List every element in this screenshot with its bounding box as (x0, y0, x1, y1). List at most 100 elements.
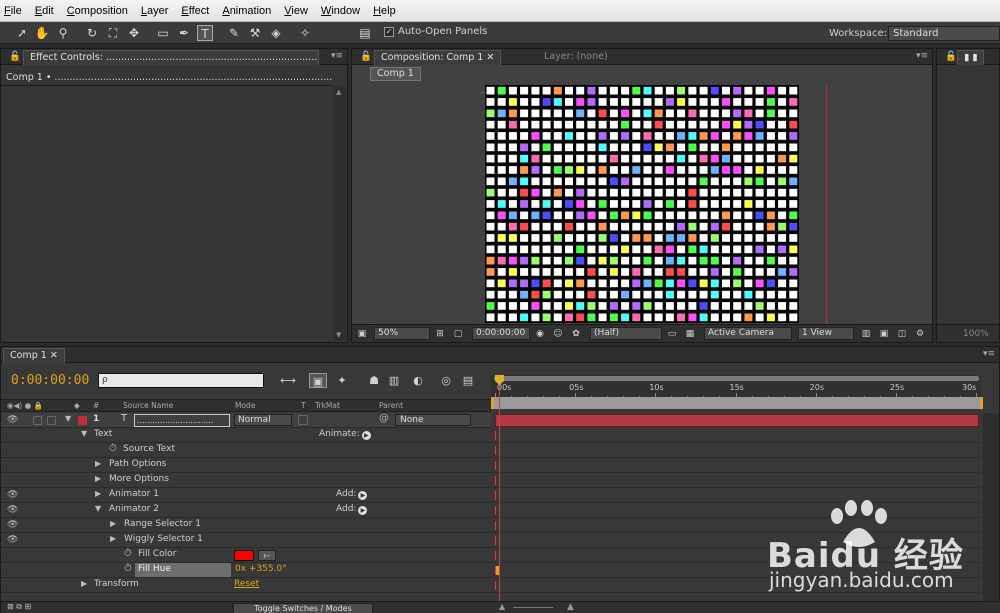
animate-menu[interactable]: Animate: ▶ (319, 429, 371, 440)
info-tab[interactable]: ▮ ▮ (957, 50, 985, 65)
layer-tab[interactable]: Layer: (none) (538, 50, 614, 65)
brush-tool-icon[interactable]: ✎ (226, 25, 242, 41)
path-options-row[interactable]: ▶ Path Options (1, 458, 491, 473)
eye-icon[interactable]: 👁 (7, 490, 18, 500)
resolution-select[interactable]: (Half) (590, 327, 662, 340)
flowchart-icon[interactable]: ⚙ (914, 328, 926, 340)
menu-composition[interactable]: Composition (67, 5, 128, 17)
menu-effect[interactable]: Effect (181, 5, 209, 17)
timeline-tab[interactable]: Comp 1 ✕ (3, 348, 65, 363)
stopwatch-icon[interactable]: ⏱ (124, 563, 132, 574)
panel-menu-icon[interactable]: ▾≡ (983, 349, 995, 359)
pen-tool-icon[interactable]: ✒ (176, 25, 192, 41)
magnification-select[interactable]: 50% (374, 327, 430, 340)
effect-controls-scrollbar[interactable]: ▲ ▼ (334, 86, 346, 341)
stopwatch-icon[interactable]: ⏱ (109, 443, 117, 454)
twirl-open-icon[interactable]: ▼ (81, 429, 87, 438)
always-preview-icon[interactable]: ▣ (356, 328, 368, 340)
blend-mode-select[interactable]: Normal (234, 414, 292, 426)
shy-icon[interactable]: ☗ (365, 373, 383, 388)
effect-controls-tab[interactable]: Effect Controls: .......................… (23, 50, 319, 65)
add-menu[interactable]: Add: ▶ (336, 489, 368, 500)
source-text-row[interactable]: ⏱ Source Text (1, 443, 491, 458)
pick-whip-icon[interactable]: @ (379, 413, 389, 424)
menu-file[interactable]: File (4, 5, 22, 17)
zoom-tool-icon[interactable]: ⚲ (55, 25, 71, 41)
composition-mini-icon[interactable]: ▣ (309, 373, 327, 388)
layer-name-field[interactable]: .............................. (134, 414, 230, 427)
eye-icon[interactable]: 👁 (7, 505, 18, 515)
stopwatch-icon[interactable]: ⏱ (124, 548, 132, 559)
twirl-open-icon[interactable]: ▼ (95, 504, 101, 513)
menu-edit[interactable]: Edit (35, 5, 54, 17)
grid-icon[interactable]: ⊞ (434, 328, 446, 340)
twirl-open-icon[interactable]: ▼ (65, 414, 71, 423)
puppet-tool-icon[interactable]: ✧ (297, 25, 313, 41)
fill-color-row[interactable]: ⏱ Fill Color ⟝ (1, 548, 491, 563)
hand-tool-icon[interactable]: ✋ (34, 25, 50, 41)
layer-duration-bar[interactable] (495, 414, 979, 427)
zoom-slider[interactable] (513, 607, 553, 608)
eye-icon[interactable]: 👁 (7, 415, 18, 425)
menu-window[interactable]: Window (321, 5, 360, 17)
solo-switch[interactable] (33, 416, 42, 425)
add-menu[interactable]: Add: ▶ (336, 504, 368, 515)
frame-blending-icon[interactable]: ▥ (385, 373, 403, 388)
fast-previews-icon[interactable]: ▣ (878, 328, 890, 340)
mini-flowchart-icon[interactable]: ⟷ (279, 373, 297, 388)
zoom-out-icon[interactable]: ▲ (499, 602, 505, 611)
channel-icon[interactable]: ✿ (570, 328, 582, 340)
more-options-row[interactable]: ▶ More Options (1, 473, 491, 488)
eyedropper-icon[interactable]: ⟝ (258, 550, 276, 561)
timeline-icon[interactable]: ◫ (896, 328, 908, 340)
rotate-tool-icon[interactable]: ↻ (84, 25, 100, 41)
scroll-down-icon[interactable]: ▼ (336, 331, 341, 339)
workspace-select[interactable]: Standard (888, 26, 1000, 41)
expand-switches-icon[interactable]: ⊠ ⧉ ⊞ (7, 602, 31, 612)
snapshot-icon[interactable]: ◉ (534, 328, 546, 340)
graph-editor-icon[interactable]: ▤ (459, 373, 477, 388)
rectangle-tool-icon[interactable]: ▭ (155, 25, 171, 41)
menu-layer[interactable]: Layer (141, 5, 169, 17)
camera-tool-icon[interactable]: ⛶ (105, 25, 121, 41)
range-selector-row[interactable]: 👁 ▶ Range Selector 1 (1, 518, 491, 533)
header-source-name[interactable]: Source Name (123, 401, 173, 410)
composition-canvas[interactable] (485, 85, 799, 323)
comp-subtab[interactable]: Comp 1 (370, 67, 421, 81)
toggle-pixel-icon[interactable]: ▥ (860, 328, 872, 340)
twirl-closed-icon[interactable]: ▶ (81, 579, 87, 588)
toggle-switches-modes-button[interactable]: Toggle Switches / Modes (233, 603, 373, 613)
preserve-transparency-switch[interactable] (298, 415, 308, 425)
panel-menu-icon[interactable]: ▾≡ (916, 51, 928, 61)
work-area-bar[interactable] (494, 376, 979, 381)
twirl-closed-icon[interactable]: ▶ (95, 459, 101, 468)
twirl-closed-icon[interactable]: ▶ (110, 534, 116, 543)
motion-blur-icon[interactable]: ◐ (409, 373, 427, 388)
transparency-grid-icon[interactable]: ▦ (684, 328, 696, 340)
camera-select[interactable]: Active Camera (704, 327, 792, 340)
lock-switch[interactable] (47, 416, 56, 425)
text-group-row[interactable]: ▼ Text Animate: ▶ (1, 428, 491, 443)
current-time-display[interactable]: 0:00:00:00 (11, 373, 89, 388)
scroll-up-icon[interactable]: ▲ (336, 88, 341, 96)
composition-tab[interactable]: Composition: Comp 1 ✕ (374, 50, 502, 65)
layer-row[interactable]: 👁 ▼ 1 T .............................. N… (1, 413, 491, 428)
timeline-scrollbar[interactable] (983, 413, 999, 613)
wiggly-selector-row[interactable]: 👁 ▶ Wiggly Selector 1 (1, 533, 491, 548)
animator-2-row[interactable]: 👁 ▼ Animator 2 Add: ▶ (1, 503, 491, 518)
panel-toggle-icon[interactable]: ▤ (357, 25, 373, 41)
time-ruler[interactable]: 00s 05s 10s 15s 20s 25s 30s (491, 375, 981, 399)
clone-stamp-tool-icon[interactable]: ⚒ (247, 25, 263, 41)
eye-icon[interactable]: 👁 (7, 535, 18, 545)
menu-view[interactable]: View (284, 5, 308, 17)
safe-margins-icon[interactable]: ▢ (452, 328, 464, 340)
auto-open-panels-checkbox[interactable]: ✓ Auto-Open Panels (384, 26, 487, 37)
selection-tool-icon[interactable]: ➚ (14, 25, 30, 41)
eye-icon[interactable]: 👁 (7, 520, 18, 530)
time-navigator[interactable] (491, 397, 983, 409)
current-time-field[interactable]: 0:00:00:00 (472, 327, 530, 340)
pan-behind-tool-icon[interactable]: ✥ (126, 25, 142, 41)
transform-row[interactable]: ▶ Transform Reset (1, 578, 491, 593)
fill-color-swatch[interactable] (234, 550, 254, 561)
show-snapshot-icon[interactable]: ☺ (552, 328, 564, 340)
